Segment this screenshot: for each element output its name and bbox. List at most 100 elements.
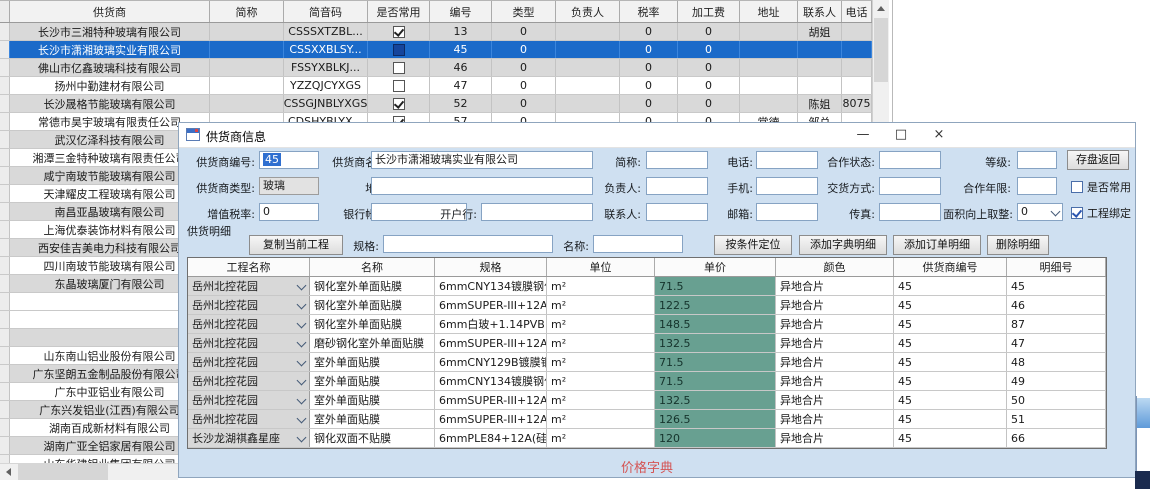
add-order-button[interactable]: 添加订单明细 (893, 235, 981, 255)
grid-column-header[interactable]: 是否常用 (368, 1, 430, 22)
price-cell[interactable]: 132.5 (655, 334, 776, 352)
supplier-type-input[interactable]: 玻璃 (259, 177, 319, 195)
detail-column-header[interactable]: 规格 (435, 258, 547, 276)
checkbox-cell[interactable] (368, 23, 430, 40)
name-input[interactable] (593, 235, 683, 253)
checkbox[interactable] (393, 26, 405, 38)
checkbox[interactable] (1071, 207, 1083, 219)
short-name-input[interactable] (646, 151, 708, 169)
detail-row[interactable]: 岳州北控花园室外单面贴膜6mmCNY134镀膜钢化m²71.5异地合片4549 (188, 372, 1106, 391)
coop-status-input[interactable] (879, 151, 941, 169)
detail-column-header[interactable]: 颜色 (776, 258, 894, 276)
detail-row[interactable]: 岳州北控花园钢化室外单面贴膜6mm白玻+1.14PVB+6mm...m²148.… (188, 315, 1106, 334)
row-header-stub (0, 41, 10, 58)
price-cell[interactable]: 122.5 (655, 296, 776, 314)
detail-row[interactable]: 岳州北控花园室外单面贴膜6mmCNY129B镀膜钢化m²71.5异地合片4548 (188, 353, 1106, 372)
grid-column-header[interactable]: 编号 (430, 1, 492, 22)
save-return-button[interactable]: 存盘返回 (1067, 150, 1129, 170)
scroll-left-icon[interactable] (0, 464, 16, 480)
detail-column-header[interactable]: 单价 (655, 258, 776, 276)
detail-row[interactable]: 岳州北控花园钢化室外单面贴膜6mmCNY134镀膜钢化m²71.5异地合片454… (188, 277, 1106, 296)
delivery-input[interactable] (879, 177, 941, 195)
supplier-row[interactable]: 长沙晟格节能玻璃有限公司CSSGJNBLYXGS52000陈姐180751 (0, 95, 888, 113)
delete-detail-button[interactable]: 删除明细 (987, 235, 1049, 255)
checkbox[interactable] (393, 80, 405, 92)
bank-input[interactable] (481, 203, 593, 221)
common-checkbox[interactable]: 是否常用 (1071, 179, 1131, 195)
grid-column-header[interactable]: 地址 (740, 1, 798, 22)
checkbox-cell[interactable] (368, 41, 430, 58)
checkbox[interactable] (393, 62, 405, 74)
minimize-button[interactable]: — (847, 123, 879, 146)
checkbox-cell[interactable] (368, 95, 430, 112)
price-cell[interactable]: 148.5 (655, 315, 776, 333)
price-cell[interactable]: 132.5 (655, 391, 776, 409)
grid-column-header[interactable]: 简音码 (284, 1, 368, 22)
price-cell[interactable]: 126.5 (655, 410, 776, 428)
scrollbar-thumb[interactable] (18, 464, 108, 480)
project-combo[interactable]: 长沙龙湖祺鑫星座 (188, 429, 310, 447)
detail-column-header[interactable]: 明细号 (1007, 258, 1106, 276)
scroll-up-icon[interactable] (873, 0, 889, 16)
grid-column-header[interactable]: 负责人 (556, 1, 620, 22)
supplier-name-input[interactable]: 长沙市潇湘玻璃实业有限公司 (371, 151, 593, 169)
grid-column-header[interactable]: 类型 (492, 1, 556, 22)
manager-input[interactable] (646, 177, 708, 195)
address-input[interactable] (371, 177, 593, 195)
project-combo[interactable]: 岳州北控花园 (188, 315, 310, 333)
detail-column-header[interactable]: 单位 (547, 258, 655, 276)
detail-row[interactable]: 岳州北控花园室外单面贴膜6mmSUPER-III+12A(硅...m²132.5… (188, 391, 1106, 410)
maximize-button[interactable]: □ (885, 123, 917, 146)
price-cell[interactable]: 120 (655, 429, 776, 447)
color-cell: 异地合片 (776, 429, 894, 447)
supplier-row[interactable]: 佛山市亿鑫玻璃科技有限公司FSSYXBLKJ...46000 (0, 59, 888, 77)
binding-checkbox[interactable]: 工程绑定 (1071, 205, 1131, 221)
add-dict-button[interactable]: 添加字典明细 (799, 235, 887, 255)
checkbox[interactable] (393, 98, 405, 110)
vat-input[interactable]: 0 (259, 203, 319, 221)
project-combo[interactable]: 岳州北控花园 (188, 296, 310, 314)
grid-column-header[interactable]: 电话 (842, 1, 872, 22)
grid-column-header[interactable]: 加工费 (678, 1, 740, 22)
checkbox-cell[interactable] (368, 77, 430, 94)
coop-years-input[interactable] (1017, 177, 1057, 195)
price-cell[interactable]: 71.5 (655, 353, 776, 371)
detail-column-header[interactable]: 供货商编号 (894, 258, 1007, 276)
copy-project-button[interactable]: 复制当前工程 (249, 235, 343, 255)
spec-input[interactable] (383, 235, 553, 253)
supplier-no-input[interactable]: 45 (259, 151, 319, 169)
grid-column-header[interactable]: 供货商 (10, 1, 210, 22)
project-combo[interactable]: 岳州北控花园 (188, 334, 310, 352)
detail-column-header[interactable]: 名称 (310, 258, 435, 276)
grid-column-header[interactable]: 税率 (620, 1, 678, 22)
supplier-row[interactable]: 长沙市潇湘玻璃实业有限公司CSSXXBLSY...45000 (0, 41, 888, 59)
checkbox[interactable] (1071, 181, 1083, 193)
checkbox-cell[interactable] (368, 59, 430, 76)
grade-input[interactable] (1017, 151, 1057, 169)
project-combo[interactable]: 岳州北控花园 (188, 353, 310, 371)
round-up-combo[interactable]: 0 (1017, 203, 1063, 221)
price-cell[interactable]: 71.5 (655, 372, 776, 390)
project-combo[interactable]: 岳州北控花园 (188, 410, 310, 428)
grid-column-header[interactable]: 联系人 (798, 1, 842, 22)
detail-column-header[interactable]: 工程名称 (188, 258, 310, 276)
detail-row[interactable]: 岳州北控花园室外单面贴膜6mmSUPER-III+12A(硅...m²126.5… (188, 410, 1106, 429)
supplier-row[interactable]: 长沙市三湘特种玻璃有限公司CSSSXTZBL...13000胡姐 (0, 23, 888, 41)
detail-row[interactable]: 岳州北控花园磨砂钢化室外单面贴膜6mmSUPER-III+12A(硅...m²1… (188, 334, 1106, 353)
locate-button[interactable]: 按条件定位 (714, 235, 792, 255)
contact-input[interactable] (646, 203, 708, 221)
detail-row[interactable]: 岳州北控花园钢化室外单面贴膜6mmSUPER-III+12A(硅...m²122… (188, 296, 1106, 315)
dialog-titlebar[interactable]: 供货商信息 — □ × (179, 123, 1135, 148)
price-cell[interactable]: 71.5 (655, 277, 776, 295)
detail-row[interactable]: 长沙龙湖祺鑫星座钢化双面不贴膜6mmPLE84+12A(硅酮胶...m²120异… (188, 429, 1106, 448)
scrollbar-thumb[interactable] (874, 18, 888, 82)
project-combo[interactable]: 岳州北控花园 (188, 277, 310, 295)
grid-cell: YZZQJCYXGS (284, 77, 368, 94)
horizontal-scrollbar[interactable] (0, 463, 178, 480)
project-combo[interactable]: 岳州北控花园 (188, 372, 310, 390)
supplier-row[interactable]: 扬州中勤建材有限公司YZZQJCYXGS47000 (0, 77, 888, 95)
project-combo[interactable]: 岳州北控花园 (188, 391, 310, 409)
grid-column-header[interactable]: 简称 (210, 1, 284, 22)
close-button[interactable]: × (923, 123, 955, 146)
checkbox[interactable] (393, 44, 405, 56)
